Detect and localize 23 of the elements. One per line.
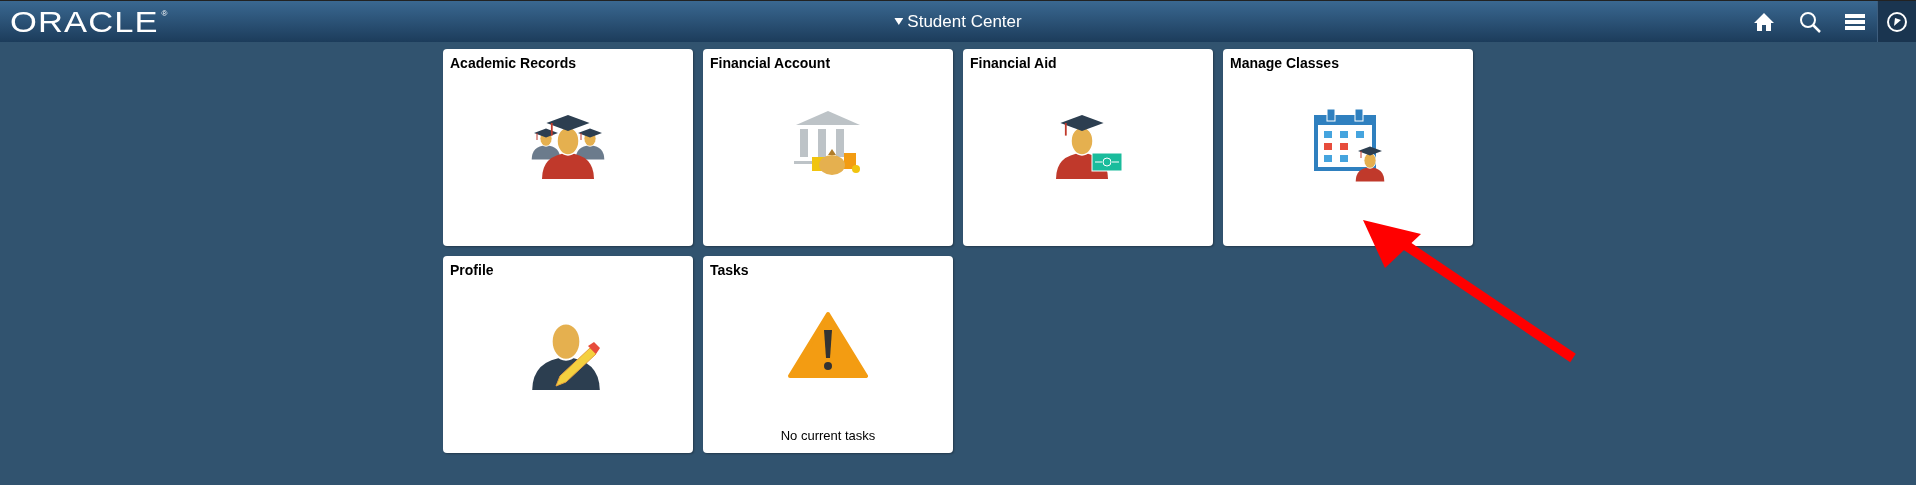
warning-icon (788, 310, 868, 380)
menu-icon (1845, 12, 1865, 31)
tile-title: Academic Records (450, 55, 577, 71)
tile-card[interactable]: Tasks No current tasks (703, 256, 953, 453)
caret-icon (894, 18, 904, 25)
tile-title: Tasks (710, 262, 749, 278)
tile-title: Financial Account (710, 55, 831, 71)
tile-card[interactable]: Financial Account (703, 49, 953, 246)
tile-card[interactable]: Profile (443, 256, 693, 453)
navbar-button[interactable] (1877, 1, 1916, 42)
registered-mark: ® (161, 9, 168, 18)
tile-title: Manage Classes (1230, 55, 1339, 71)
tile-title: Profile (450, 262, 494, 278)
tile-card[interactable]: Financial Aid (963, 49, 1213, 246)
tile-card[interactable]: Manage Classes (1223, 49, 1473, 246)
home-icon (1753, 11, 1775, 32)
tile-title: Financial Aid (970, 55, 1057, 71)
page-title-menu[interactable]: Student Center (894, 11, 1022, 32)
tile-message: No current tasks (780, 428, 876, 443)
tile-card[interactable]: Academic Records (443, 49, 693, 246)
search-icon (1799, 10, 1821, 33)
compass-icon (1886, 10, 1908, 33)
oracle-logo: ORACLE (10, 4, 159, 39)
